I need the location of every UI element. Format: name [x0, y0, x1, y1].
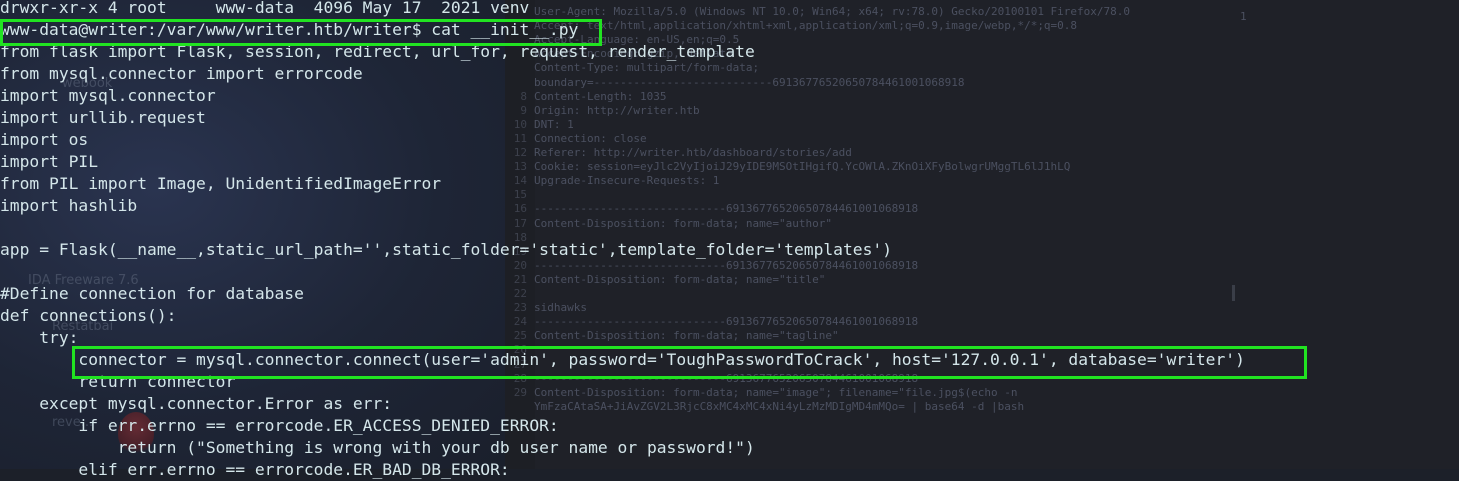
terminal-line: if err.errno == errorcode.ER_ACCESS_DENI…: [0, 416, 559, 435]
terminal-line: try:: [0, 328, 79, 347]
terminal-line: from mysql.connector import errorcode: [0, 64, 363, 83]
terminal-line: import os: [0, 130, 89, 149]
terminal-line: import PIL: [0, 152, 99, 171]
terminal-line: drwxr-xr-x 4 root www-data 4096 May 17 2…: [0, 0, 530, 17]
terminal-line: app = Flask(__name__,static_url_path='',…: [0, 240, 892, 259]
terminal-line: import urllib.request: [0, 108, 206, 127]
terminal-line: return ("Something is wrong with your db…: [0, 438, 755, 457]
terminal-line: import mysql.connector: [0, 86, 216, 105]
terminal-line: elif err.errno == errorcode.ER_BAD_DB_ER…: [0, 460, 510, 479]
terminal-line: #Define connection for database: [0, 284, 304, 303]
terminal-line: except mysql.connector.Error as err:: [0, 394, 393, 413]
terminal-line: import hashlib: [0, 196, 138, 215]
terminal-line: from PIL import Image, UnidentifiedImage…: [0, 174, 442, 193]
credentials-highlight-box: [72, 346, 1307, 379]
command-highlight-box: [0, 19, 602, 46]
terminal-line: def connections():: [0, 306, 177, 325]
terminal-output: drwxr-xr-x 4 root www-data 4096 May 17 2…: [0, 0, 1459, 479]
